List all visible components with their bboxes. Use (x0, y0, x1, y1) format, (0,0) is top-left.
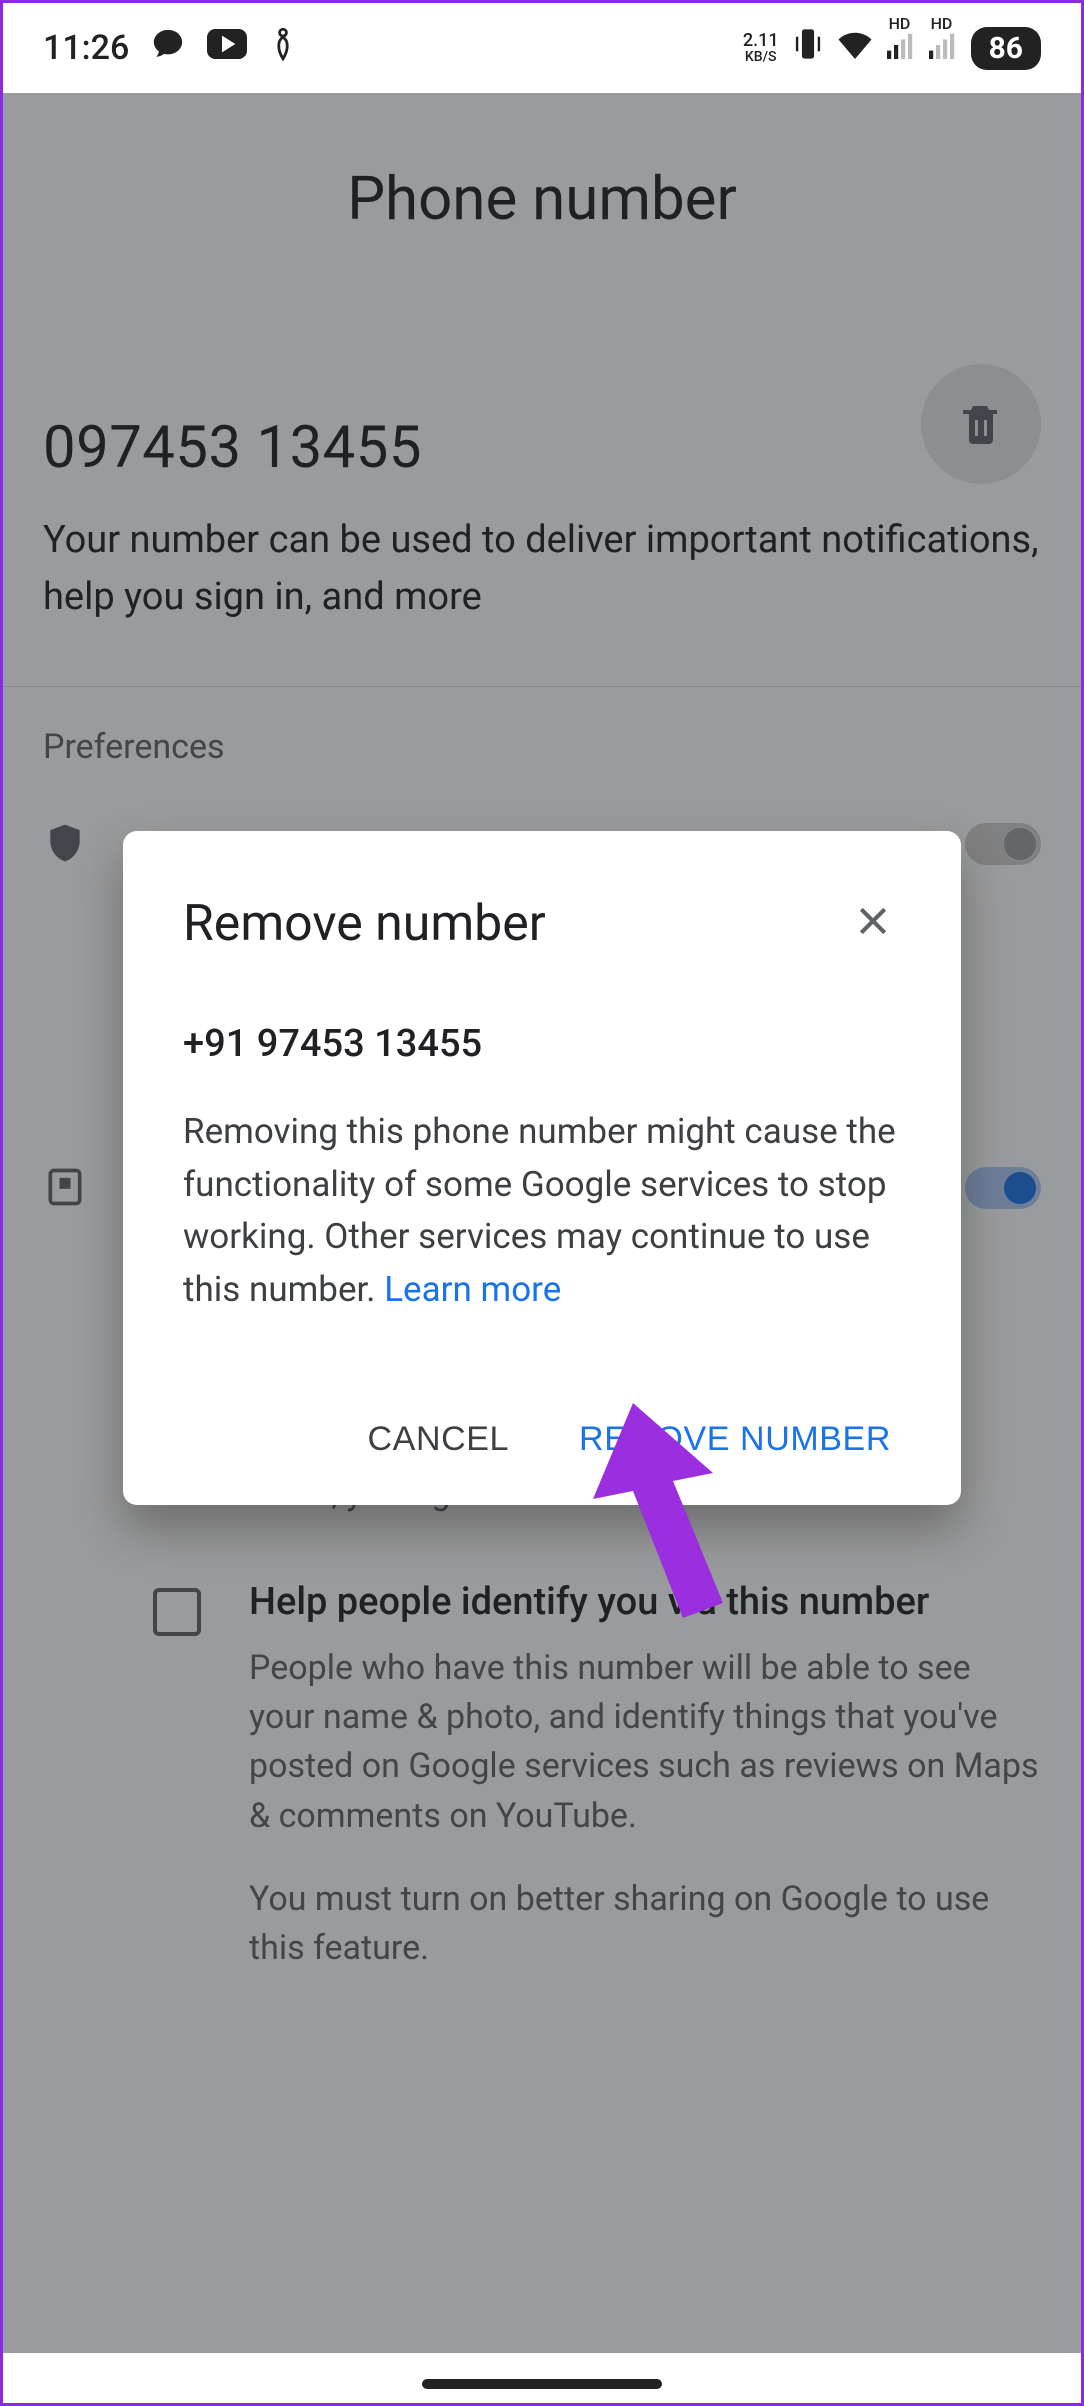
dialog-title: Remove number (183, 895, 546, 953)
signal1-icon: HD (887, 28, 915, 68)
learn-more-link[interactable]: Learn more (384, 1269, 561, 1310)
battery-level: 86 (971, 27, 1041, 70)
status-bar: 11:26 2.11 KB/S HD HD 86 (3, 3, 1081, 93)
dialog-phone-number: +91 97453 13455 (183, 1022, 901, 1066)
close-icon (853, 901, 893, 941)
wifi-icon (837, 28, 873, 68)
chat-icon (151, 27, 185, 70)
data-rate: 2.11 KB/S (743, 32, 779, 64)
remove-number-button[interactable]: REMOVE NUMBER (569, 1400, 901, 1479)
vibrate-icon (793, 27, 823, 70)
nav-area (3, 2353, 1081, 2403)
cancel-button[interactable]: CANCEL (358, 1400, 520, 1479)
close-button[interactable] (845, 885, 901, 962)
signal2-icon: HD (929, 28, 957, 68)
dialog-description: Removing this phone number might cause t… (183, 1106, 901, 1316)
status-time: 11:26 (43, 28, 129, 68)
remove-number-dialog: Remove number +91 97453 13455 Removing t… (123, 831, 961, 1505)
nav-handle[interactable] (422, 2379, 662, 2389)
heart-icon (269, 27, 297, 70)
youtube-icon (207, 28, 247, 68)
